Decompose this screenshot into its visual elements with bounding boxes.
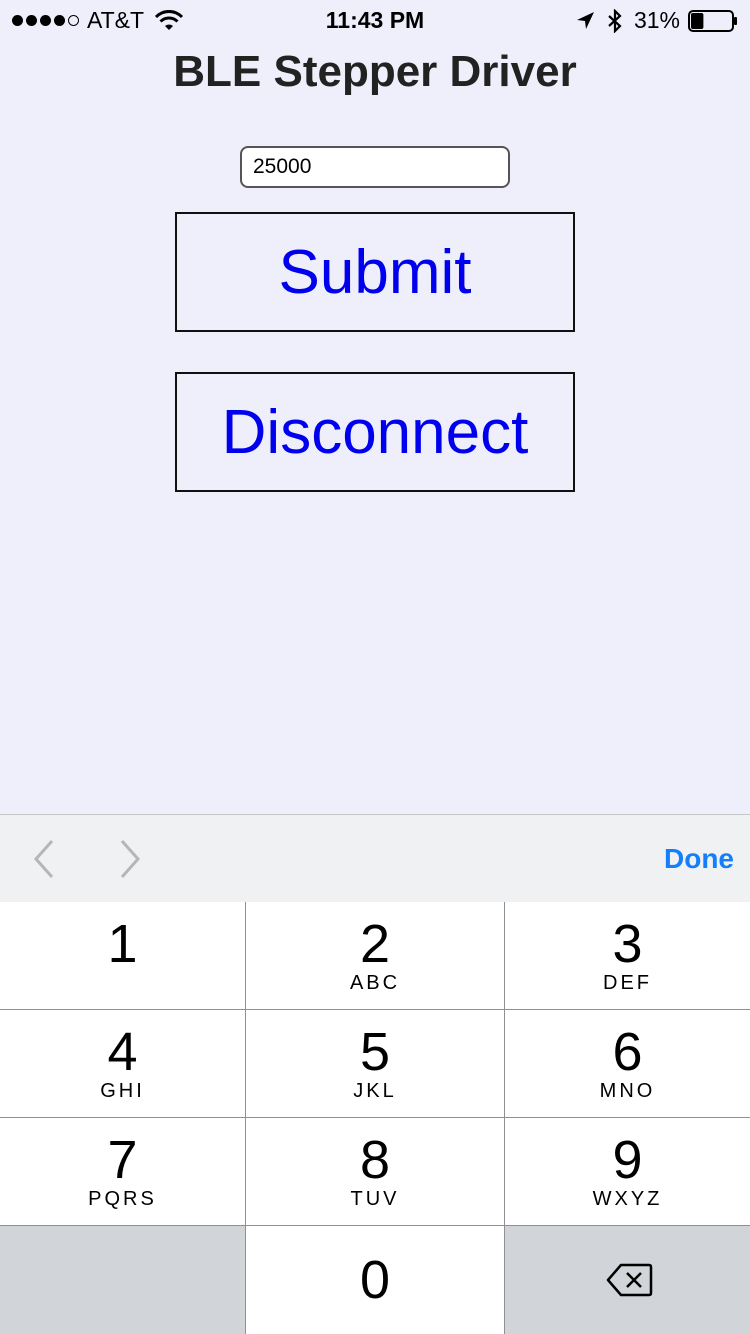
key-8[interactable]: 8 TUV (246, 1118, 504, 1225)
disconnect-button[interactable]: Disconnect (175, 372, 575, 492)
key-letters: DEF (603, 972, 652, 994)
key-digit: 2 (359, 914, 391, 974)
key-digit: 5 (359, 1022, 391, 1082)
steps-input[interactable] (240, 146, 510, 188)
number-keypad: 1 2 ABC 3 DEF 4 GHI 5 JKL 6 MNO 7 PQRS 8… (0, 902, 750, 1334)
bluetooth-icon (608, 8, 622, 33)
battery-percent: 31% (633, 7, 680, 33)
key-7[interactable]: 7 PQRS (0, 1118, 245, 1225)
status-bar: AT&T 11:43 PM 31% (0, 0, 750, 40)
key-2[interactable]: 2 ABC (246, 902, 504, 1009)
key-letters: JKL (353, 1080, 397, 1102)
key-digit: 8 (359, 1130, 391, 1190)
chevron-left-icon[interactable] (26, 837, 66, 881)
key-letters: WXYZ (592, 1188, 663, 1210)
key-4[interactable]: 4 GHI (0, 1010, 245, 1117)
battery-icon (688, 9, 737, 32)
page-title: BLE Stepper Driver (173, 47, 577, 96)
chevron-right-icon[interactable] (108, 837, 148, 881)
key-letters: PQRS (88, 1188, 157, 1210)
key-9[interactable]: 9 WXYZ (505, 1118, 750, 1225)
key-digit: 7 (107, 1130, 138, 1190)
key-digit: 0 (359, 1250, 391, 1310)
key-digit: 9 (612, 1130, 643, 1190)
key-6[interactable]: 6 MNO (505, 1010, 750, 1117)
key-3[interactable]: 3 DEF (505, 902, 750, 1009)
key-digit: 6 (612, 1022, 643, 1082)
key-digit: 4 (107, 1022, 138, 1082)
app-screen: AT&T 11:43 PM 31% BLE Stepper Driver 250… (0, 0, 750, 1334)
backspace-key[interactable] (505, 1226, 750, 1334)
key-digit: 3 (612, 914, 643, 974)
key-5[interactable]: 5 JKL (246, 1010, 504, 1117)
location-arrow-icon (576, 11, 594, 29)
submit-button[interactable]: Submit (175, 212, 575, 332)
key-letters: MNO (599, 1080, 656, 1102)
status-right: 31% (574, 7, 738, 34)
key-letters: GHI (100, 1080, 145, 1102)
done-button[interactable]: Done (664, 843, 734, 875)
key-1[interactable]: 1 (0, 902, 245, 1009)
key-letters: ABC (349, 972, 401, 994)
backspace-icon (606, 1263, 653, 1297)
key-blank (0, 1226, 245, 1334)
key-letters: TUV (350, 1188, 400, 1210)
keyboard-accessory-bar: Done (0, 814, 750, 902)
key-0[interactable]: 0 (246, 1226, 504, 1334)
key-digit: 1 (107, 914, 138, 974)
